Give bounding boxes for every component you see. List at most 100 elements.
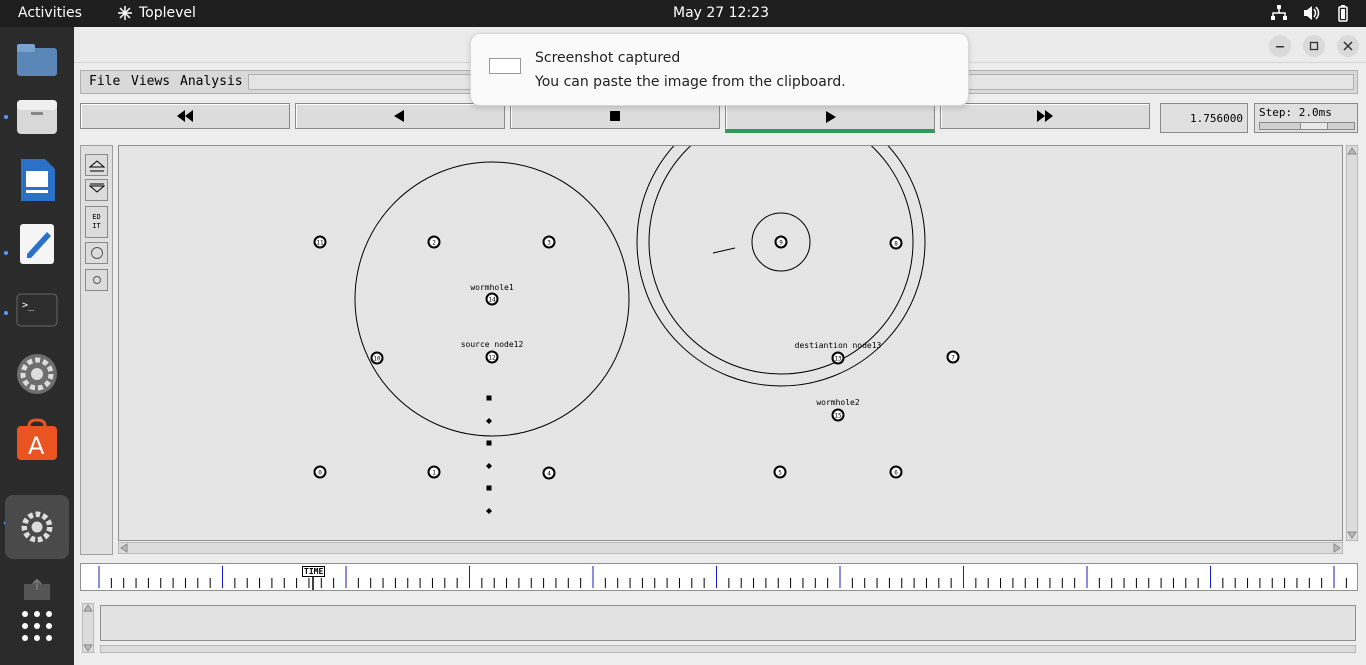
node-label: wormhole1 xyxy=(470,283,514,292)
system-tray[interactable] xyxy=(1270,4,1352,22)
stop-icon xyxy=(610,111,620,121)
node-id: 4 xyxy=(547,471,551,478)
node-id: 2 xyxy=(432,240,436,247)
node[interactable]: 7 xyxy=(946,350,960,364)
packet xyxy=(486,485,492,491)
menu-views[interactable]: Views xyxy=(131,74,170,89)
node[interactable]: 4 xyxy=(542,466,556,480)
transmission-rings xyxy=(354,146,926,437)
svg-text:>_: >_ xyxy=(22,300,35,311)
node[interactable]: 6 xyxy=(889,465,903,479)
screenshot-notification[interactable]: Screenshot captured You can paste the im… xyxy=(470,33,969,106)
circle-icon xyxy=(90,247,103,259)
node[interactable]: 13 xyxy=(831,351,845,365)
node[interactable]: 1 xyxy=(427,465,441,479)
timeline[interactable]: TIME xyxy=(80,563,1358,591)
packets xyxy=(486,395,492,514)
backward-play-button[interactable] xyxy=(295,103,505,129)
running-indicator xyxy=(4,311,8,315)
step-slider[interactable] xyxy=(1259,122,1355,130)
node[interactable]: 2 xyxy=(427,235,441,249)
node[interactable]: 3 xyxy=(542,235,556,249)
node-id: 6 xyxy=(894,470,898,477)
node-id: 7 xyxy=(951,355,955,362)
fast-forward-button[interactable] xyxy=(940,103,1150,129)
node-label: wormhole2 xyxy=(816,398,860,407)
playback-controls: 1.756000 Step: 2.0ms xyxy=(80,103,1358,135)
labels-layer: wormhole1 source node12 destiantion node13… xyxy=(461,283,882,407)
canvas-horizontal-scrollbar[interactable] xyxy=(118,542,1343,554)
dock-files-folder-icon[interactable] xyxy=(12,35,62,85)
play-button[interactable] xyxy=(725,103,935,133)
menu-analysis[interactable]: Analysis xyxy=(180,74,243,89)
step-slider-thumb[interactable] xyxy=(1300,123,1328,129)
node-id: 15 xyxy=(834,413,842,420)
fast-forward-icon xyxy=(1037,110,1053,122)
node[interactable]: 15 xyxy=(831,408,845,422)
packet xyxy=(486,440,492,446)
dock-settings-icon[interactable] xyxy=(12,349,62,399)
node[interactable]: 12 xyxy=(485,350,499,364)
step-label: Step: 2.0ms xyxy=(1259,106,1332,119)
running-indicator xyxy=(4,251,8,255)
edit-tools: ED IT xyxy=(80,145,113,555)
edit-tool[interactable]: ED IT xyxy=(85,206,108,238)
packet-trail xyxy=(712,247,736,254)
animation-canvas[interactable]: 0 1 2 3 4 5 6 7 8 9 10 11 12 13 14 15 wormhole1 source n… xyxy=(118,145,1343,541)
menu-file[interactable]: File xyxy=(89,74,120,89)
node[interactable]: 9 xyxy=(774,235,788,249)
node[interactable]: 8 xyxy=(889,236,903,250)
clock[interactable]: May 27 12:23 xyxy=(0,5,1366,21)
node-id: 11 xyxy=(316,240,324,247)
time-marker-label[interactable]: TIME xyxy=(302,566,326,577)
dock-terminal-icon[interactable]: >_ xyxy=(12,285,62,335)
node[interactable]: 10 xyxy=(370,351,384,365)
play-backward-icon xyxy=(394,110,404,122)
node[interactable]: 5 xyxy=(773,465,787,479)
rewind-button[interactable] xyxy=(80,103,290,129)
maximize-button[interactable] xyxy=(1303,35,1325,57)
trace-text-area[interactable] xyxy=(100,605,1356,641)
timeline-ticks[interactable] xyxy=(81,564,1358,591)
node-id: 13 xyxy=(834,356,842,363)
zoom-in-tool[interactable] xyxy=(85,154,108,176)
transmission-ring xyxy=(648,146,914,375)
nodes-layer: 0 12 34 5 6789101112 131415 xyxy=(313,235,960,480)
canvas-vertical-scrollbar[interactable] xyxy=(1346,145,1358,541)
node-tool[interactable] xyxy=(85,242,108,264)
dock-files-icon[interactable] xyxy=(12,91,62,141)
small-node-tool[interactable] xyxy=(85,269,108,291)
notification-body: You can paste the image from the clipboa… xyxy=(535,74,846,90)
minimize-button[interactable] xyxy=(1269,35,1291,57)
node-id: 10 xyxy=(373,356,381,363)
node-id: 5 xyxy=(778,470,782,477)
zoom-out-tool[interactable] xyxy=(85,179,108,201)
node[interactable]: 14 xyxy=(485,292,499,306)
trace-vertical-scrollbar[interactable] xyxy=(82,603,94,653)
packet xyxy=(486,395,492,401)
gnome-top-bar: Activities Toplevel May 27 12:23 xyxy=(0,0,1366,27)
node[interactable]: 11 xyxy=(313,235,327,249)
stop-button[interactable] xyxy=(510,103,720,129)
volume-icon xyxy=(1304,6,1320,20)
node-id: 8 xyxy=(894,241,898,248)
network-icon xyxy=(1271,5,1287,20)
node-label: destiantion node13 xyxy=(795,341,882,350)
dock: >_ A xyxy=(0,27,74,665)
close-button[interactable] xyxy=(1337,35,1359,57)
network-topology[interactable]: 0 12 34 5 6789101112 131415 wormhole1source n… xyxy=(119,146,1343,541)
dock-app-center-icon[interactable]: A xyxy=(12,415,62,465)
dock-text-editor-icon[interactable] xyxy=(12,219,62,269)
dock-active-settings-icon[interactable] xyxy=(5,495,69,559)
dock-writer-icon[interactable] xyxy=(12,155,62,205)
show-apps-grid-icon[interactable] xyxy=(12,601,62,651)
trace-pane xyxy=(80,601,1358,653)
zoom-out-icon xyxy=(88,183,105,193)
node-label: source node12 xyxy=(461,340,524,349)
transmission-ring xyxy=(636,146,926,387)
packet xyxy=(486,508,492,514)
trace-horizontal-scrollbar[interactable] xyxy=(100,645,1356,653)
screenshot-thumbnail-icon xyxy=(489,58,521,74)
node[interactable]: 0 xyxy=(313,465,327,479)
node-id: 1 xyxy=(432,470,436,477)
